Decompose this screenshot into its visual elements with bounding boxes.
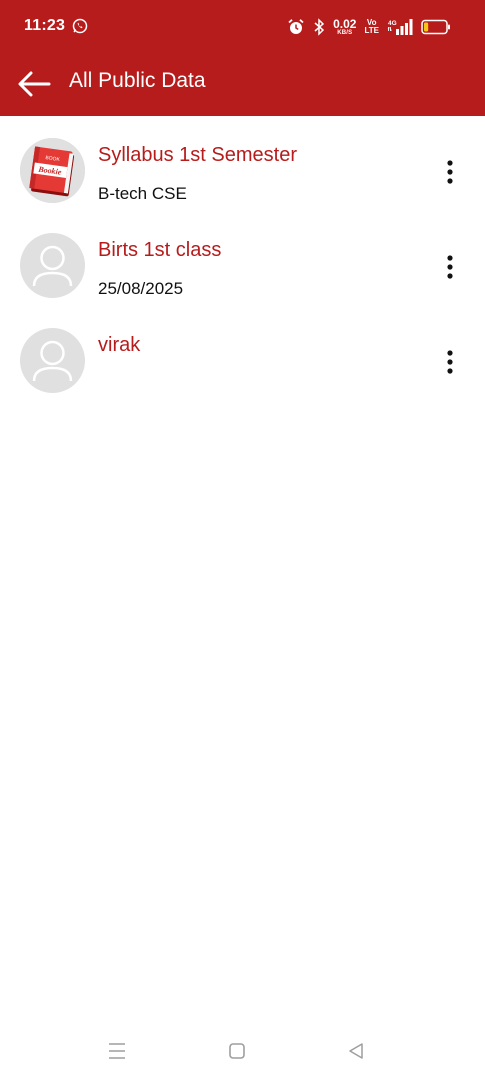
network-speed-value: 0.02	[333, 17, 357, 31]
menu-icon	[109, 1043, 125, 1059]
more-options-button[interactable]	[436, 344, 464, 380]
volte-indicator: Vo LTE	[364, 19, 379, 35]
recent-apps-button[interactable]	[105, 1040, 129, 1062]
list-item[interactable]: virak	[0, 306, 485, 401]
status-time: 11:23	[24, 17, 66, 34]
app-bar: All Public Data	[0, 55, 485, 116]
avatar: BOOK Bookie	[20, 138, 85, 203]
list-item[interactable]: BOOK Bookie Syllabus 1st Semester B-tech…	[0, 116, 485, 211]
item-subtitle: 25/08/2025	[98, 279, 184, 298]
more-vertical-icon	[447, 255, 453, 279]
more-options-button[interactable]	[436, 249, 464, 285]
avatar	[20, 328, 85, 393]
back-button[interactable]	[14, 64, 54, 104]
home-button[interactable]	[225, 1040, 249, 1062]
page-title: All Public Data	[69, 69, 206, 92]
bluetooth-icon	[314, 18, 325, 36]
home-square-icon	[229, 1043, 245, 1059]
avatar	[20, 233, 85, 298]
arrow-left-icon	[18, 71, 51, 97]
status-bar: 11:23 0.02 KB/S Vo LTE 4G	[0, 0, 485, 55]
back-triangle-icon	[349, 1043, 363, 1059]
nav-back-button[interactable]	[344, 1040, 368, 1062]
more-vertical-icon	[447, 160, 453, 184]
volte-bottom: LTE	[364, 26, 379, 35]
network-speed: 0.02 KB/S	[333, 18, 356, 36]
system-nav-bar	[0, 1030, 485, 1070]
list-item[interactable]: Birts 1st class 25/08/2025	[0, 211, 485, 306]
item-subtitle: B-tech CSE	[98, 184, 187, 203]
battery-icon	[421, 19, 450, 35]
item-title: virak	[98, 334, 141, 356]
person-placeholder-icon	[32, 340, 73, 382]
public-data-list: BOOK Bookie Syllabus 1st Semester B-tech…	[0, 116, 485, 401]
book-image: BOOK Bookie	[20, 138, 85, 203]
item-title: Birts 1st class	[98, 239, 222, 261]
more-options-button[interactable]	[436, 154, 464, 190]
signal-icon: 4G	[387, 19, 413, 35]
status-icons: 0.02 KB/S Vo LTE 4G	[287, 15, 451, 39]
person-placeholder-icon	[32, 245, 73, 287]
more-vertical-icon	[447, 350, 453, 374]
alarm-icon	[288, 19, 304, 34]
item-title: Syllabus 1st Semester	[98, 144, 297, 166]
battery-level-fill	[424, 22, 429, 32]
whatsapp-icon	[72, 18, 88, 34]
network-speed-unit: KB/S	[337, 30, 353, 36]
network-type: 4G	[388, 20, 397, 27]
